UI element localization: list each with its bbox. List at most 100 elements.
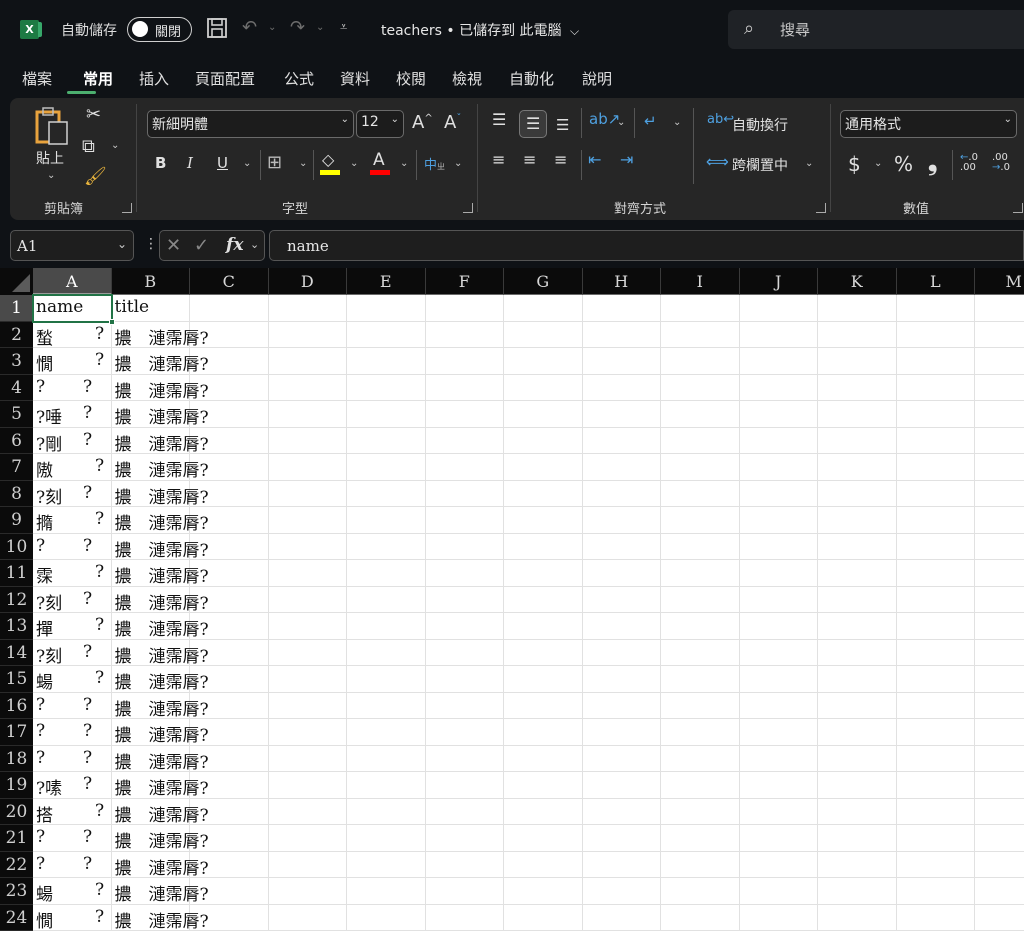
cell-b17[interactable]: 擃 漣霈脣? — [111, 719, 209, 746]
row-header-9[interactable]: 9 — [0, 507, 33, 534]
cell-l16[interactable] — [896, 692, 975, 719]
cell-e3[interactable] — [347, 348, 426, 375]
row-header-5[interactable]: 5 — [0, 401, 33, 428]
cell-e23[interactable] — [347, 878, 426, 905]
cell-k7[interactable] — [818, 454, 897, 481]
cell-e20[interactable] — [347, 798, 426, 825]
row-header-2[interactable]: 2 — [0, 321, 33, 348]
tab-home[interactable]: 常用 — [83, 68, 113, 89]
cell-i2[interactable] — [661, 321, 740, 348]
tab-file[interactable]: 檔案 — [22, 68, 52, 89]
cell-a12[interactable]: ?刻? — [33, 586, 112, 614]
cell-i12[interactable] — [661, 586, 740, 613]
cell-c10[interactable] — [190, 533, 269, 560]
cell-i13[interactable] — [661, 613, 740, 640]
cell-g15[interactable] — [504, 666, 583, 693]
chevron-down-icon[interactable]: ⌄ — [250, 238, 259, 251]
cell-d15[interactable] — [268, 666, 347, 693]
cell-m7[interactable] — [975, 454, 1024, 481]
cell-h5[interactable] — [582, 401, 661, 428]
cell-l18[interactable] — [896, 745, 975, 772]
cell-i22[interactable] — [661, 851, 740, 878]
column-header-d[interactable]: D — [268, 268, 347, 295]
row-header-3[interactable]: 3 — [0, 348, 33, 375]
cell-f9[interactable] — [425, 507, 504, 534]
cell-h9[interactable] — [582, 507, 661, 534]
cell-i14[interactable] — [661, 639, 740, 666]
cell-m3[interactable] — [975, 348, 1024, 375]
cell-i18[interactable] — [661, 745, 740, 772]
cell-c3[interactable] — [190, 348, 269, 375]
cell-c9[interactable] — [190, 507, 269, 534]
number-format-select[interactable]: 通用格式 ⌄ — [840, 110, 1017, 138]
cell-m17[interactable] — [975, 719, 1024, 746]
cell-i24[interactable] — [661, 904, 740, 931]
cell-l19[interactable] — [896, 772, 975, 799]
cell-f10[interactable] — [425, 533, 504, 560]
cell-a10[interactable]: ?? — [33, 533, 112, 560]
cell-d19[interactable] — [268, 772, 347, 799]
cell-h1[interactable] — [582, 295, 661, 322]
cell-i7[interactable] — [661, 454, 740, 481]
cell-g22[interactable] — [504, 851, 583, 878]
cell-h14[interactable] — [582, 639, 661, 666]
cell-j7[interactable] — [739, 454, 818, 481]
cell-j9[interactable] — [739, 507, 818, 534]
cell-j20[interactable] — [739, 798, 818, 825]
cell-f20[interactable] — [425, 798, 504, 825]
cell-c5[interactable] — [190, 401, 269, 428]
cell-g18[interactable] — [504, 745, 583, 772]
cell-b4[interactable]: 擃 漣霈脣? — [111, 374, 209, 402]
alignment-launcher-icon[interactable] — [816, 203, 826, 213]
cell-f11[interactable] — [425, 560, 504, 587]
cell-b2[interactable]: 擃 漣霈脣? — [111, 321, 209, 349]
cell-j11[interactable] — [739, 560, 818, 587]
cell-m1[interactable] — [975, 295, 1024, 322]
cell-c11[interactable] — [190, 560, 269, 587]
search-box[interactable]: ⌕ 搜尋 — [728, 10, 1024, 49]
cell-a21[interactable]: ?? — [33, 825, 112, 852]
cell-k19[interactable] — [818, 772, 897, 799]
cell-l21[interactable] — [896, 825, 975, 852]
cell-b5[interactable]: 擃 漣霈脣? — [111, 401, 209, 428]
cell-j24[interactable] — [739, 904, 818, 931]
cell-c16[interactable] — [190, 692, 269, 719]
undo-dropdown-icon[interactable]: ⌄ — [268, 22, 276, 33]
cell-g23[interactable] — [504, 878, 583, 905]
cell-j15[interactable] — [739, 666, 818, 693]
cell-c15[interactable] — [190, 666, 269, 693]
cell-k23[interactable] — [818, 878, 897, 905]
cell-k8[interactable] — [818, 480, 897, 507]
cell-b10[interactable]: 擃 漣霈脣? — [111, 533, 209, 561]
copy-dropdown-icon[interactable]: ⌄ — [111, 140, 119, 151]
cell-h18[interactable] — [582, 745, 661, 772]
row-header-16[interactable]: 16 — [0, 692, 33, 719]
bold-button[interactable]: B — [155, 154, 166, 172]
comma-style-button[interactable]: ❟ — [928, 148, 937, 176]
cell-i8[interactable] — [661, 480, 740, 507]
cell-f8[interactable] — [425, 480, 504, 507]
cell-j13[interactable] — [739, 613, 818, 640]
font-color-dropdown-icon[interactable]: ⌄ — [400, 158, 408, 169]
cell-k16[interactable] — [818, 692, 897, 719]
cell-i23[interactable] — [661, 878, 740, 905]
cell-e16[interactable] — [347, 692, 426, 719]
cell-g11[interactable] — [504, 560, 583, 587]
cell-m18[interactable] — [975, 746, 1024, 772]
column-header-c[interactable]: C — [190, 268, 269, 295]
cell-k12[interactable] — [818, 586, 897, 613]
cell-l2[interactable] — [896, 321, 975, 348]
cell-m12[interactable] — [975, 587, 1024, 613]
cell-k11[interactable] — [818, 560, 897, 587]
cell-l10[interactable] — [896, 533, 975, 560]
row-header-4[interactable]: 4 — [0, 374, 33, 401]
cell-d8[interactable] — [268, 480, 347, 507]
cell-e12[interactable] — [347, 586, 426, 613]
cell-a24[interactable]: 憪? — [33, 904, 112, 932]
cell-c8[interactable] — [190, 480, 269, 507]
increase-font-size-icon[interactable]: A^ — [412, 112, 433, 133]
column-header-b[interactable]: B — [111, 268, 190, 295]
cell-b23[interactable]: 擃 漣霈脣? — [111, 878, 209, 905]
cell-g1[interactable] — [504, 295, 583, 322]
select-all-button[interactable] — [0, 268, 33, 295]
